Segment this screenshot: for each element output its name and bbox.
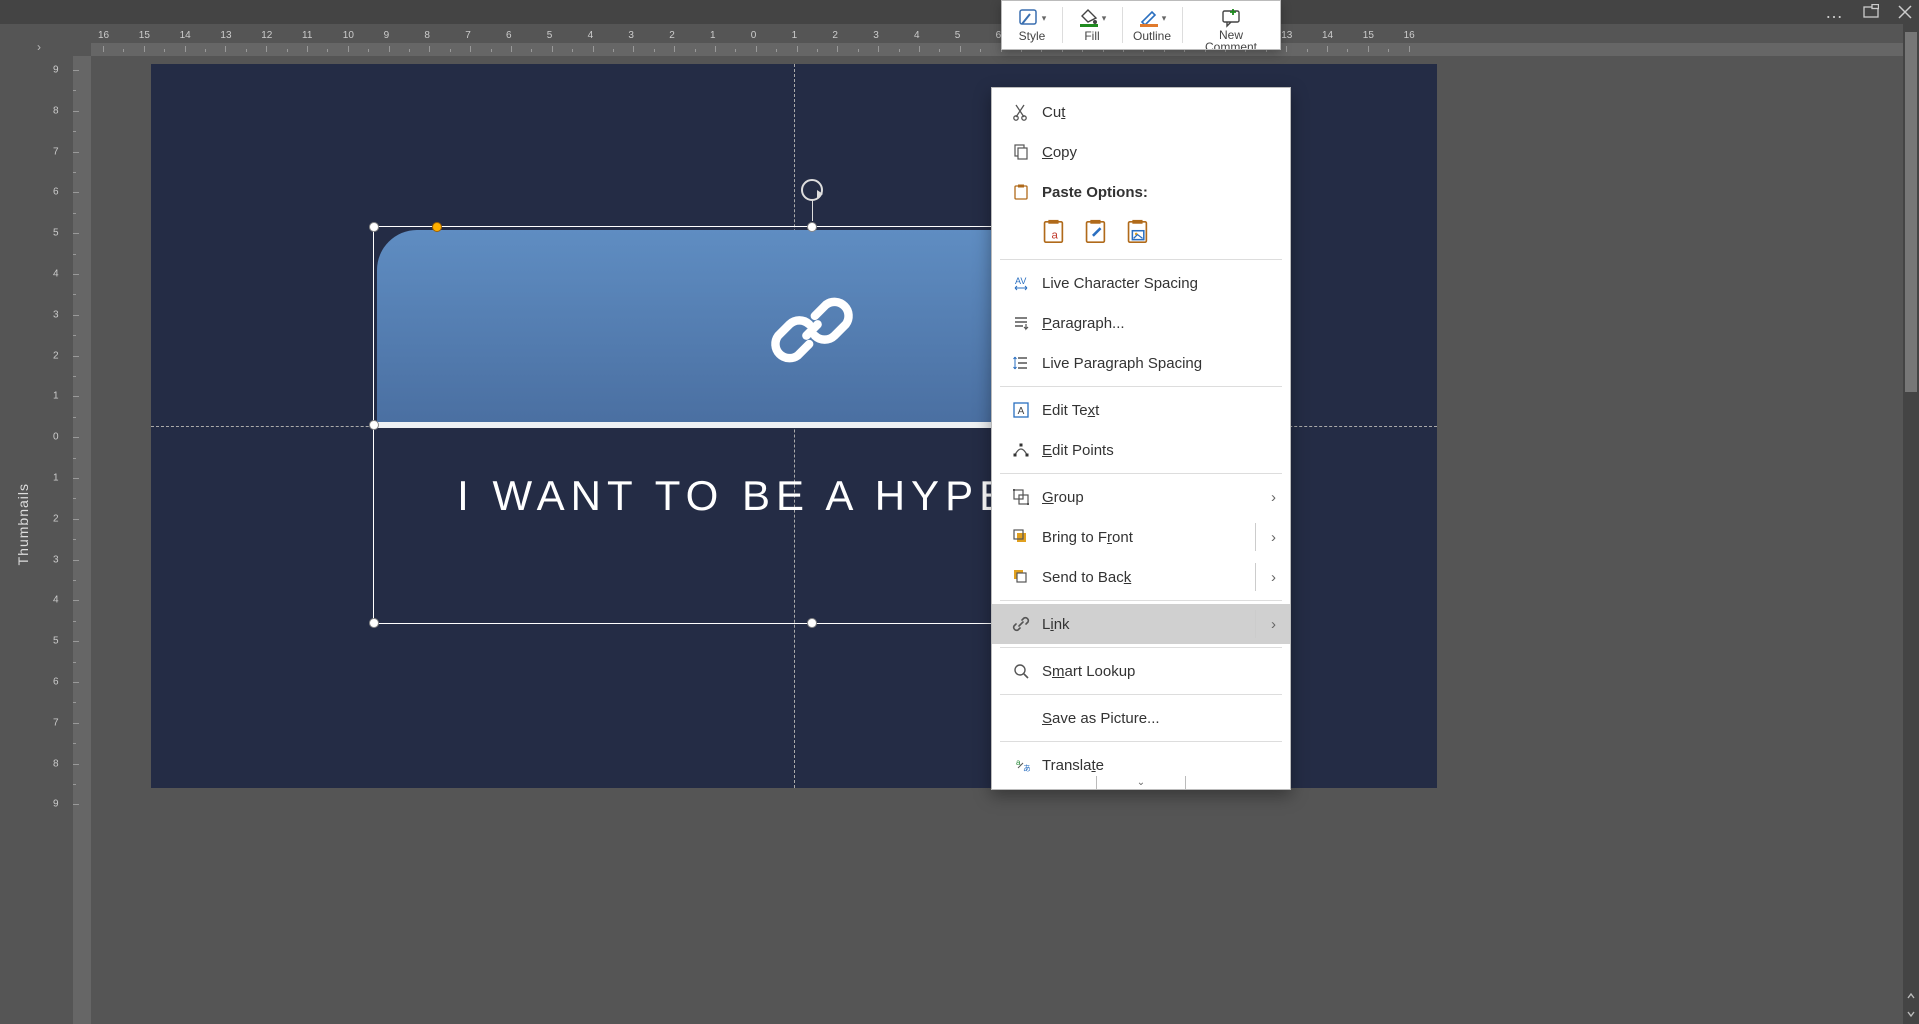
paste-icon [1012, 183, 1030, 201]
scroll-down-arrow[interactable] [1903, 1006, 1919, 1022]
separator [1000, 647, 1282, 648]
ctx-cut[interactable]: Cut [992, 92, 1290, 132]
mini-fill-button[interactable]: ▾ Fill [1062, 1, 1122, 49]
mini-newcomment-l1: New [1205, 29, 1257, 42]
ctx-live-para-spacing[interactable]: Live Paragraph Spacing [992, 343, 1290, 383]
separator [1000, 694, 1282, 695]
edit-text-icon: A [1012, 401, 1030, 419]
thumbnails-label: Thumbnails [15, 483, 31, 565]
separator [1000, 741, 1282, 742]
ctx-smart-lookup[interactable]: Smart Lookup [992, 651, 1290, 691]
paste-use-theme-button[interactable]: a [1042, 218, 1070, 246]
ctx-live-char-spacing[interactable]: AV Live Character Spacing [992, 263, 1290, 303]
ctx-send-to-back[interactable]: Send to Back › [992, 557, 1290, 597]
ctx-group[interactable]: Group › [992, 477, 1290, 517]
vertical-ruler[interactable]: 9876543210123456789 [45, 56, 91, 1024]
copy-icon [1012, 143, 1030, 161]
ctx-link[interactable]: Link › [992, 604, 1290, 644]
more-options-button[interactable]: … [1825, 2, 1845, 23]
ctx-paste-options-heading: Paste Options: [992, 172, 1290, 212]
mini-outline-button[interactable]: ▾ Outline [1122, 1, 1182, 49]
mini-new-comment-button[interactable]: New Comment [1182, 1, 1280, 49]
separator [1000, 386, 1282, 387]
mini-style-button[interactable]: ▾ Style [1002, 1, 1062, 49]
handle-s[interactable] [807, 618, 817, 628]
group-icon [1012, 488, 1030, 506]
link-icon [1012, 615, 1030, 633]
mini-fill-label: Fill [1084, 29, 1099, 43]
svg-text:a: a [1052, 229, 1059, 241]
handle-adjust[interactable] [432, 222, 442, 232]
context-menu: Cut Copy Paste Options: a AV Live Charac… [991, 87, 1291, 790]
paragraph-icon [1012, 314, 1030, 332]
paste-keep-format-button[interactable] [1084, 218, 1112, 246]
mini-style-label: Style [1019, 29, 1046, 43]
handle-n[interactable] [807, 222, 817, 232]
mini-toolbar: ▾ Style ▾ Fill ▾ Outline New Comment [1001, 0, 1281, 50]
separator [1000, 600, 1282, 601]
handle-w[interactable] [369, 420, 379, 430]
svg-text:A: A [1018, 406, 1025, 417]
mini-outline-label: Outline [1133, 29, 1171, 43]
ctx-paragraph[interactable]: Paragraph... [992, 303, 1290, 343]
char-spacing-icon: AV [1012, 274, 1030, 292]
horizontal-ruler[interactable]: 1615141312111098765432101234567891011121… [91, 24, 1903, 56]
thumbnails-expand-icon: › [37, 40, 41, 54]
handle-nw[interactable] [369, 222, 379, 232]
svg-text:AV: AV [1015, 276, 1026, 286]
ctx-edit-text[interactable]: A Edit Text [992, 390, 1290, 430]
ruler-corner [45, 24, 91, 56]
separator [1000, 473, 1282, 474]
ctx-paste-options: a [992, 212, 1290, 256]
handle-sw[interactable] [369, 618, 379, 628]
para-spacing-icon [1012, 354, 1030, 372]
edit-points-icon [1012, 441, 1030, 459]
thumbnails-panel[interactable]: › Thumbnails [0, 24, 45, 1024]
separator [1000, 259, 1282, 260]
ctx-save-as-picture[interactable]: Save as Picture... [992, 698, 1290, 738]
send-back-icon [1012, 568, 1030, 586]
vertical-scrollbar[interactable] [1903, 24, 1919, 1024]
scroll-up-arrow[interactable] [1903, 988, 1919, 1004]
ctx-bring-to-front[interactable]: Bring to Front › [992, 517, 1290, 557]
ctx-edit-points[interactable]: Edit Points [992, 430, 1290, 470]
ribbon-display-button[interactable] [1863, 4, 1879, 20]
ctx-expand-button[interactable]: ⌄ [1096, 776, 1186, 790]
svg-text:あ: あ [1023, 764, 1030, 773]
bring-front-icon [1012, 528, 1030, 546]
smart-lookup-icon [1012, 662, 1030, 680]
title-bar: … [0, 0, 1919, 24]
rotation-handle[interactable] [801, 179, 823, 201]
close-button[interactable] [1897, 4, 1913, 20]
translate-icon: aあ [1012, 756, 1030, 774]
scrollbar-thumb[interactable] [1905, 32, 1917, 392]
cut-icon [1012, 103, 1030, 121]
paste-picture-button[interactable] [1126, 218, 1154, 246]
mini-newcomment-l2: Comment [1205, 41, 1257, 49]
ctx-copy[interactable]: Copy [992, 132, 1290, 172]
